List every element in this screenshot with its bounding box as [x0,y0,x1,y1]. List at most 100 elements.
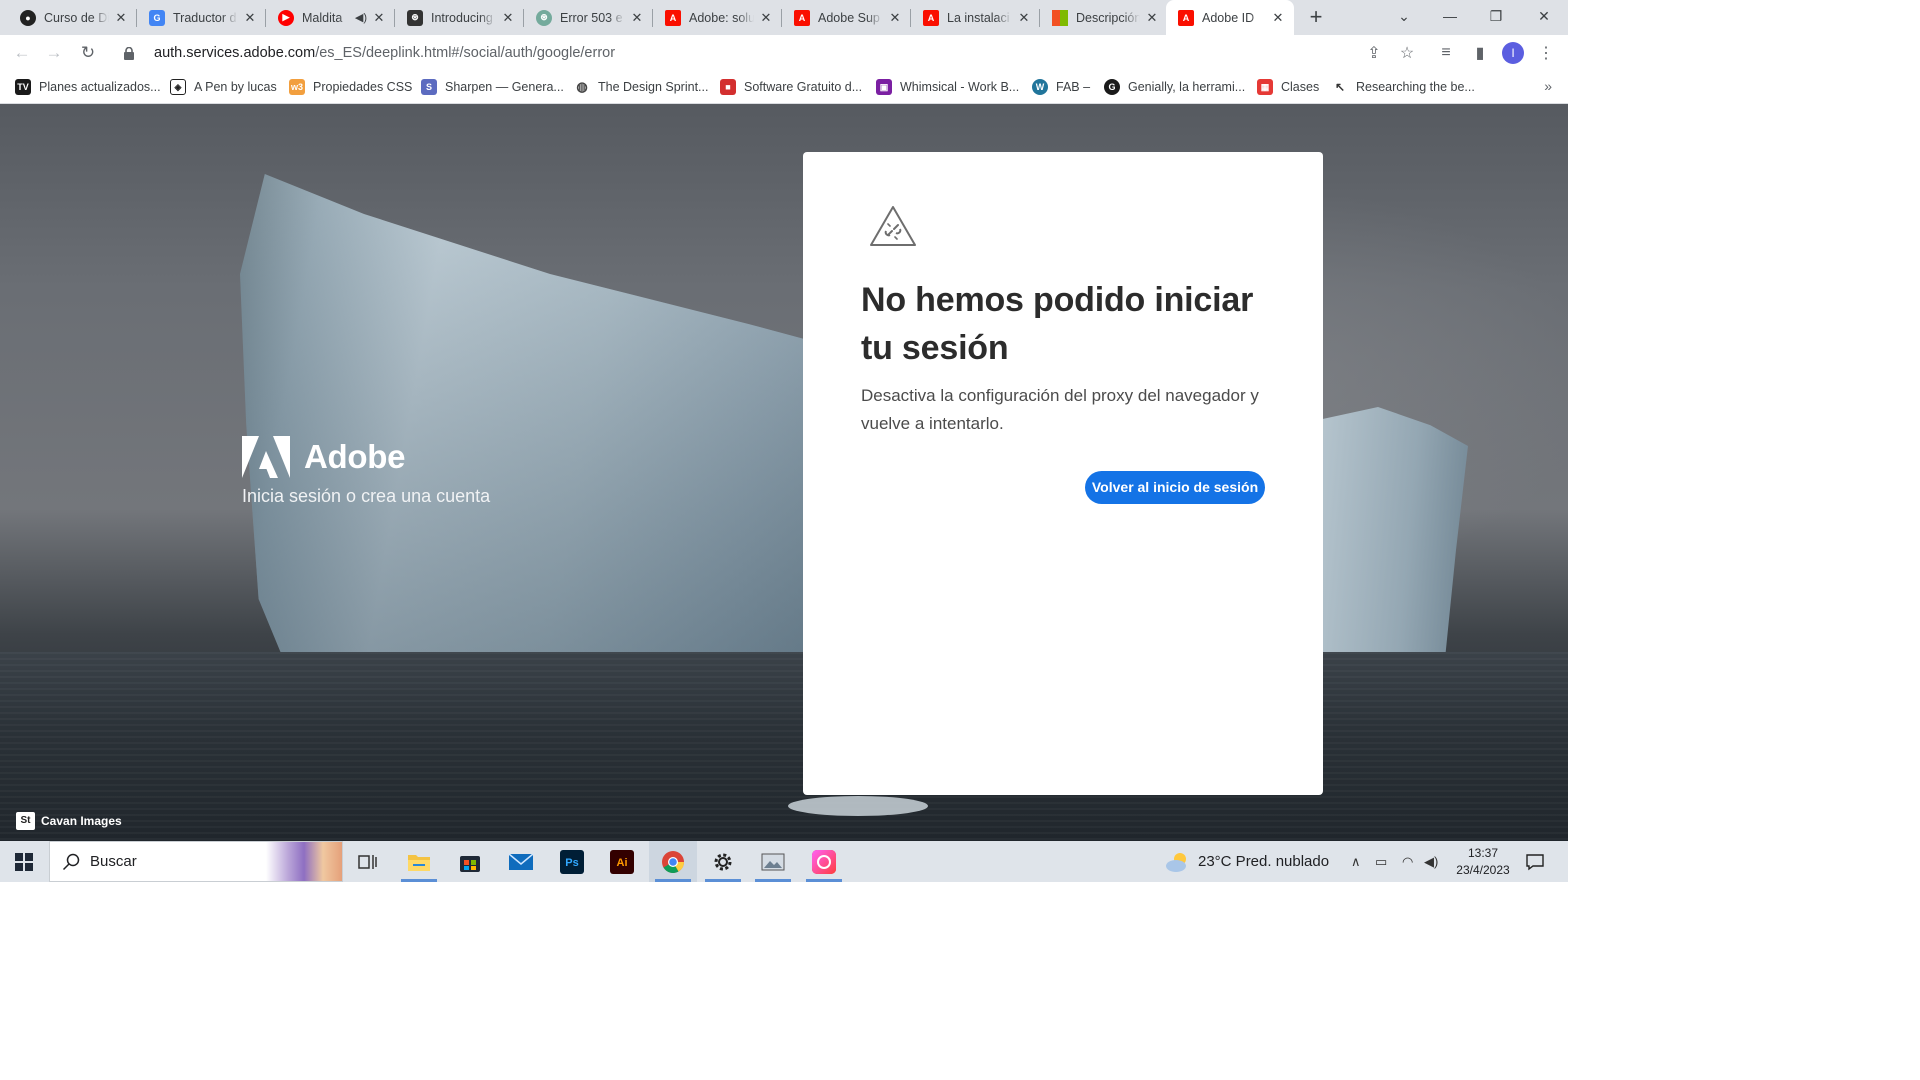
url-path: /es_ES/deeplink.html#/social/auth/google… [315,45,616,61]
tab-title: Introducing [431,10,493,25]
mail-icon[interactable] [497,841,545,882]
close-icon[interactable]: ✕ [887,10,903,26]
adobe-icon: A [665,9,681,26]
weather-widget[interactable]: 23°C Pred. nublado [1164,841,1329,882]
bookmark-item[interactable]: ▣ Whimsical - Work B... [876,78,1019,96]
bookmark-item[interactable]: ▦ Clases [1257,78,1319,96]
error-card: No hemos podido iniciar tu sesión Desact… [803,152,1323,795]
address-bar[interactable]: auth.services.adobe.com/es_ES/deeplink.h… [110,38,1428,68]
bookmarks-bar: TV Planes actualizados... ◈ A Pen by lucas… [0,71,1568,104]
more-menu-icon[interactable]: ⋮ [1534,41,1558,65]
close-icon[interactable]: ✕ [1270,10,1286,26]
bookmark-item[interactable]: ◈ A Pen by lucas [170,78,277,96]
browser-toolbar: ← → ↻ auth.services.adobe.com/es_ES/deep… [0,35,1568,71]
close-icon[interactable]: ✕ [629,10,645,26]
system-clock[interactable]: 13:37 23/4/2023 [1447,845,1519,879]
tab-curso[interactable]: ● Curso de Di ✕ [8,0,137,35]
tab-adobe-id[interactable]: A Adobe ID ✕ [1166,0,1294,35]
windows-taskbar: Buscar Ps Ai 23°C Pred. nublado ∧ ▭ ◠ ◀)… [0,841,1568,882]
microsoft-store-icon[interactable] [446,841,494,882]
tv-icon: TV [15,79,31,95]
tab-adobe-sup[interactable]: A Adobe Sup ✕ [782,0,911,35]
close-window-button[interactable]: ✕ [1521,0,1567,32]
cloudy-weather-icon [1166,852,1186,872]
back-to-signin-button[interactable]: Volver al inicio de sesión [1085,471,1265,504]
photo-credit[interactable]: St Cavan Images [16,812,122,830]
close-icon[interactable]: ✕ [1016,10,1032,26]
bookmark-item[interactable]: TV Planes actualizados... [15,78,161,96]
bookmark-star-icon[interactable]: ☆ [1395,41,1419,65]
bookmark-item[interactable]: G Genially, la herrami... [1104,78,1245,96]
sea-image [0,652,1568,841]
photo-credit-label: Cavan Images [41,814,122,828]
search-placeholder: Buscar [90,853,137,870]
restore-button[interactable]: ❐ [1473,0,1519,32]
lock-icon[interactable] [120,46,138,60]
bookmark-item[interactable]: ■ Software Gratuito d... [720,78,862,96]
svg-text:Ps: Ps [565,857,578,869]
close-icon[interactable]: ✕ [113,10,129,26]
audio-playing-icon[interactable]: ◀) [355,11,367,24]
tab-introducing[interactable]: ⊛ Introducing ✕ [395,0,524,35]
url-host: auth.services.adobe.com [154,45,316,61]
back-button[interactable]: ← [9,40,35,66]
tab-instalacion[interactable]: A La instalaci ✕ [911,0,1040,35]
search-highlight-image [266,842,342,881]
battery-icon[interactable]: ▭ [1375,841,1387,882]
bookmarks-overflow-icon[interactable]: » [1544,78,1552,94]
new-tab-button[interactable]: + [1303,5,1329,31]
close-icon[interactable]: ✕ [371,10,387,26]
illustrator-icon[interactable]: Ai [598,841,646,882]
calendar-icon: ▦ [1257,79,1273,95]
share-icon[interactable]: ⇪ [1362,41,1386,65]
research-icon: ↖ [1332,79,1348,95]
wifi-icon[interactable]: ◠ [1402,841,1413,882]
bookmark-item[interactable]: w3 Propiedades CSS [289,78,412,96]
creative-cloud-icon[interactable] [800,841,848,882]
tab-search-chevron-icon[interactable]: ⌄ [1381,0,1427,32]
photo-viewer-icon[interactable] [749,841,797,882]
search-icon [62,853,80,870]
adobe-signin-page: Adobe Inicia sesión o crea una cuenta St… [0,104,1568,841]
forward-button[interactable]: → [41,40,67,66]
whimsical-icon: ▣ [876,79,892,95]
brand-name: Adobe [304,438,406,475]
show-hidden-icons-icon[interactable]: ∧ [1351,841,1361,882]
tab-title: Traductor d [173,10,237,25]
notifications-icon[interactable] [1526,841,1544,882]
tab-title: Adobe: solu [689,10,754,25]
side-panel-icon[interactable]: ▮ [1468,41,1492,65]
tab-strip: ● Curso de Di ✕ G Traductor d ✕ ▶ Maldit… [0,0,1568,35]
close-icon[interactable]: ✕ [758,10,774,26]
tab-title: Adobe ID [1202,10,1255,25]
settings-icon[interactable] [699,841,747,882]
task-view-icon[interactable] [344,841,392,882]
media-controls-icon[interactable]: ≡ [1434,41,1458,65]
bookmark-item[interactable]: W FAB – [1032,78,1090,96]
tab-error-503[interactable]: ⊛ Error 503 e ✕ [524,0,653,35]
photoshop-icon[interactable]: Ps [548,841,596,882]
chrome-icon[interactable] [649,841,697,882]
broken-link-warning-icon [870,206,916,246]
taskbar-search[interactable]: Buscar [49,841,343,882]
volume-icon[interactable]: ◀) [1424,841,1438,882]
close-icon[interactable]: ✕ [242,10,258,26]
start-button[interactable] [0,841,48,882]
tab-adobe-solu[interactable]: A Adobe: solu ✕ [653,0,782,35]
brand-tagline: Inicia sesión o crea una cuenta [242,486,491,506]
tab-traductor[interactable]: G Traductor d ✕ [137,0,266,35]
profile-avatar[interactable]: I [1502,42,1524,64]
bookmark-item[interactable]: ↖ Researching the be... [1332,78,1475,96]
tab-title: Descripción [1076,10,1140,25]
tab-maldita[interactable]: ▶ Maldita ◀) ✕ [266,0,395,35]
minimize-button[interactable]: — [1427,0,1473,32]
close-icon[interactable]: ✕ [1144,10,1160,26]
bookmark-item[interactable]: ◍ The Design Sprint... [574,78,708,96]
bookmark-item[interactable]: S Sharpen — Genera... [421,78,564,96]
file-explorer-icon[interactable] [395,841,443,882]
reload-button[interactable]: ↻ [75,40,101,66]
adobe-icon: A [923,9,939,26]
error-message: Desactiva la configuración del proxy del… [861,386,1259,433]
tab-descripcion[interactable]: Descripción ✕ [1040,0,1168,35]
close-icon[interactable]: ✕ [500,10,516,26]
